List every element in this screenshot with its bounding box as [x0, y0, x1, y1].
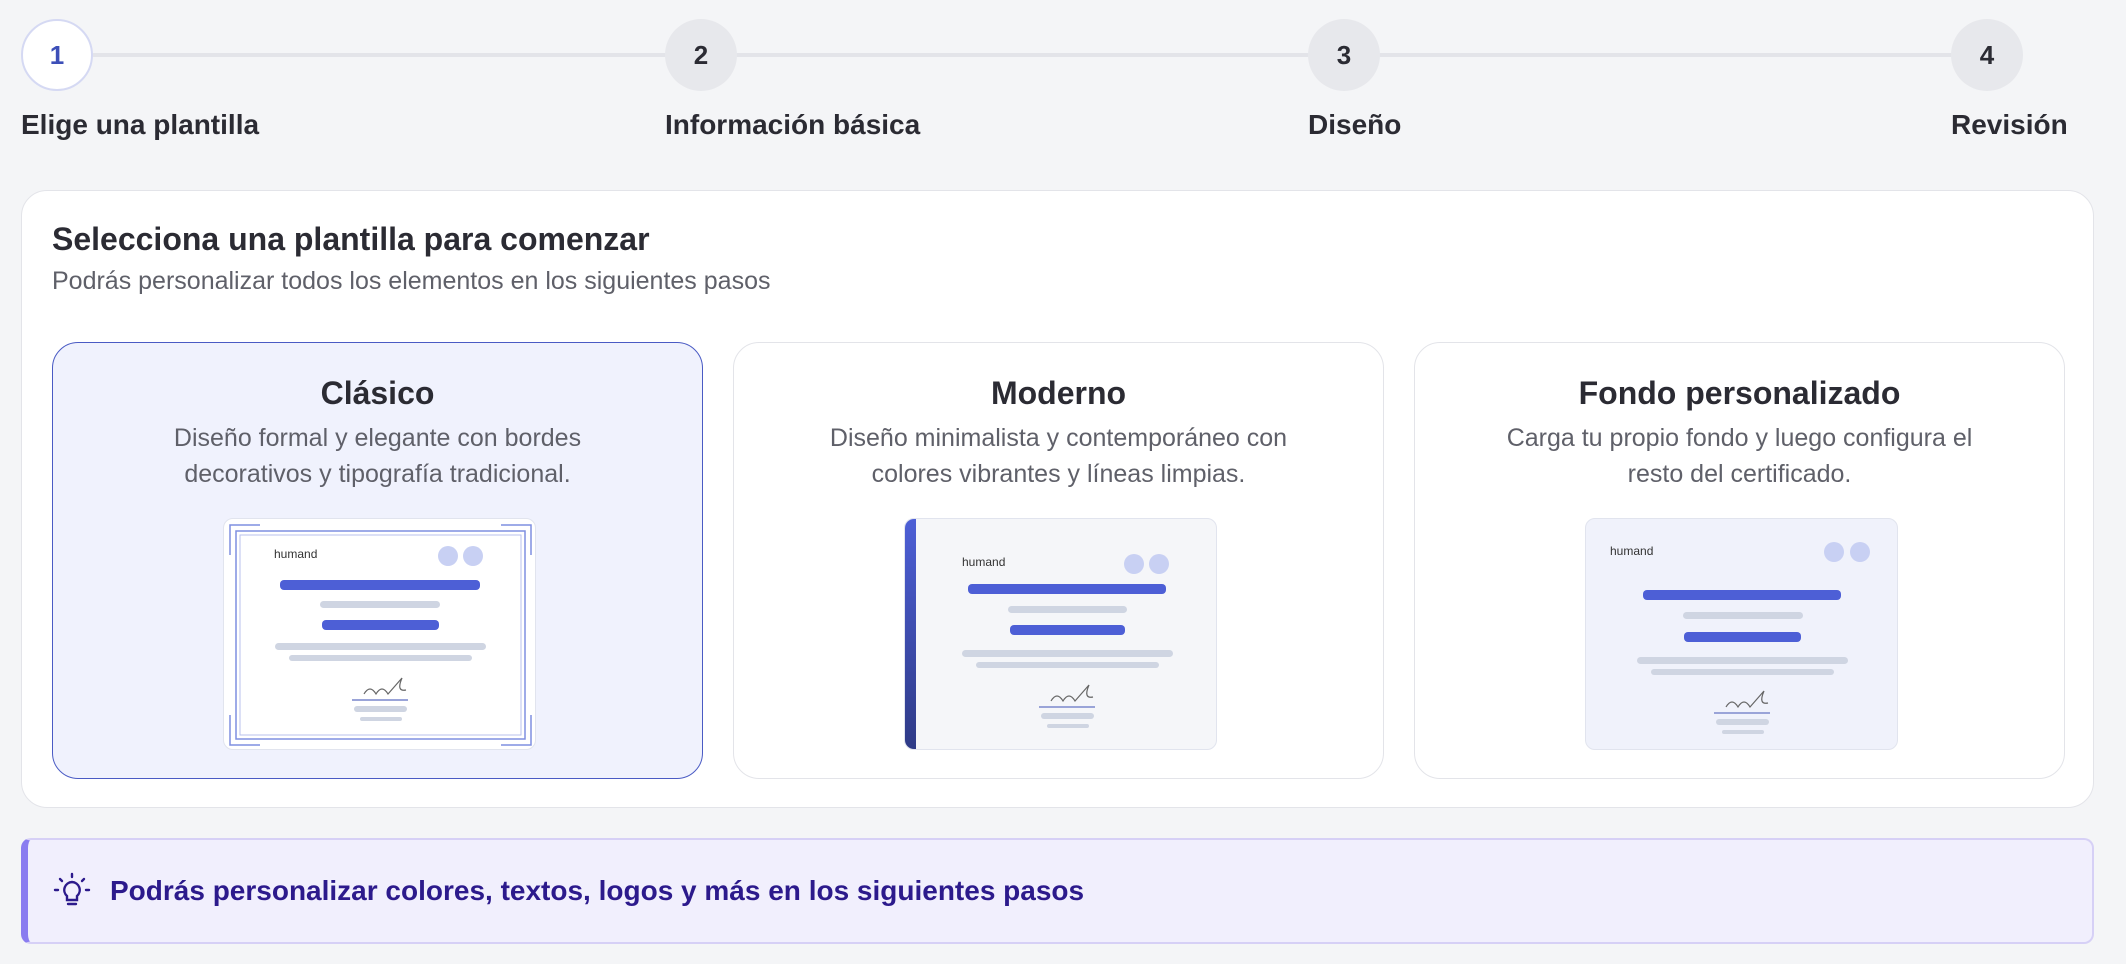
page-title: Selecciona una plantilla para comenzar: [52, 221, 650, 257]
step-2[interactable]: 2 Información básica: [665, 19, 920, 140]
step-1[interactable]: 1 Elige una plantilla: [21, 19, 259, 140]
step-2-label: Información básica: [665, 109, 921, 140]
preview-brand: humand: [274, 547, 317, 561]
step-4-circle: 4: [1951, 19, 2023, 91]
template-description: Diseño minimalista y contemporáneo con c…: [829, 424, 1288, 488]
step-3-circle: 3: [1308, 19, 1380, 91]
tip-banner: Podrás personalizar colores, textos, log…: [21, 838, 2094, 944]
step-4[interactable]: 4 Revisión: [1951, 19, 2068, 140]
template-description: Carga tu propio fondo y luego configura …: [1506, 424, 1973, 488]
template-description: Diseño formal y elegante con bordes deco…: [173, 424, 582, 488]
stepper: 1 Elige una plantilla 2 Información bási…: [0, 0, 2126, 160]
certificate-preview-custom: humand: [1585, 518, 1898, 750]
preview-graphic: humand: [229, 524, 532, 746]
preview-brand: humand: [962, 555, 1005, 569]
step-1-circle: 1: [21, 19, 93, 91]
step-1-label: Elige una plantilla: [21, 109, 260, 140]
template-name: Fondo personalizado: [1578, 375, 1901, 411]
template-card-modern[interactable]: Moderno Diseño minimalista y contemporán…: [733, 342, 1384, 779]
template-selection-card: Selecciona una plantilla para comenzar P…: [21, 190, 2094, 808]
page-subtitle: Podrás personalizar todos los elementos …: [52, 267, 771, 295]
step-3[interactable]: 3 Diseño: [1308, 19, 1401, 140]
template-card-classic[interactable]: Clásico Diseño formal y elegante con bor…: [52, 342, 703, 779]
preview-brand: humand: [1610, 544, 1653, 558]
certificate-preview-classic: humand: [223, 518, 536, 750]
preview-graphic: humand: [905, 519, 1173, 749]
stepper-connector: [92, 53, 2017, 57]
preview-graphic: humand: [1610, 542, 1870, 734]
template-card-custom-background[interactable]: Fondo personalizado Carga tu propio fond…: [1414, 342, 2065, 779]
template-name: Clásico: [320, 375, 435, 411]
tip-text: Podrás personalizar colores, textos, log…: [110, 875, 1085, 906]
step-3-label: Diseño: [1308, 109, 1402, 140]
certificate-preview-modern: humand: [904, 518, 1217, 750]
lightbulb-icon: [53, 872, 91, 906]
step-2-circle: 2: [665, 19, 737, 91]
template-name: Moderno: [990, 375, 1127, 411]
step-4-label: Revisión: [1951, 109, 2068, 140]
